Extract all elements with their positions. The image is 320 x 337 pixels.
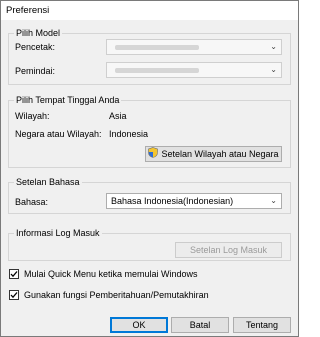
printer-select[interactable]: ⌄	[106, 39, 282, 55]
scanner-select[interactable]: ⌄	[106, 62, 282, 78]
login-log-group-legend: Informasi Log Masuk	[14, 227, 102, 239]
cancel-button[interactable]: Batal	[171, 317, 229, 333]
language-label: Bahasa:	[15, 197, 49, 207]
language-select[interactable]: Bahasa Indonesia(Indonesian) ⌄	[106, 193, 282, 209]
model-group-legend: Pilih Model	[14, 27, 63, 39]
quick-menu-checkbox[interactable]	[9, 269, 19, 279]
chevron-down-icon: ⌄	[270, 65, 277, 74]
notification-label[interactable]: Gunakan fungsi Pemberitahuan/Pemutakhira…	[24, 289, 209, 301]
login-log-settings-button[interactable]: Setelan Log Masuk	[175, 242, 282, 258]
country-value: Indonesia	[109, 129, 149, 139]
ok-button-label: OK	[132, 320, 146, 330]
window-title: Preferensi	[6, 5, 50, 16]
about-button-label: Tentang	[245, 320, 279, 330]
scanner-select-value	[115, 68, 199, 73]
ok-button[interactable]: OK	[110, 317, 168, 333]
quick-menu-label[interactable]: Mulai Quick Menu ketika memulai Windows	[24, 268, 198, 280]
uac-shield-icon	[148, 147, 159, 162]
chevron-down-icon: ⌄	[270, 42, 277, 51]
location-group-legend: Pilih Tempat Tinggal Anda	[14, 94, 122, 106]
language-group-legend: Setelan Bahasa	[14, 176, 82, 188]
scanner-label: Pemindai:	[15, 66, 56, 76]
cancel-button-label: Batal	[189, 320, 211, 330]
about-button[interactable]: Tentang	[233, 317, 291, 333]
region-label: Wilayah:	[15, 111, 50, 121]
preferences-dialog: Preferensi Pilih Model Pencetak: ⌄ Pemin…	[0, 0, 299, 337]
region-country-settings-label: Setelan Wilayah atau Negara	[161, 149, 279, 159]
printer-label: Pencetak:	[15, 42, 56, 52]
login-log-settings-label: Setelan Log Masuk	[189, 245, 268, 255]
language-select-value: Bahasa Indonesia(Indonesian)	[111, 196, 234, 206]
country-label: Negara atau Wilayah:	[15, 129, 102, 139]
title-bar[interactable]: Preferensi	[1, 1, 298, 20]
region-value: Asia	[109, 111, 127, 121]
notification-checkbox[interactable]	[9, 290, 19, 300]
region-country-settings-button[interactable]: Setelan Wilayah atau Negara	[145, 146, 282, 162]
printer-select-value	[115, 45, 199, 50]
chevron-down-icon: ⌄	[270, 196, 277, 205]
